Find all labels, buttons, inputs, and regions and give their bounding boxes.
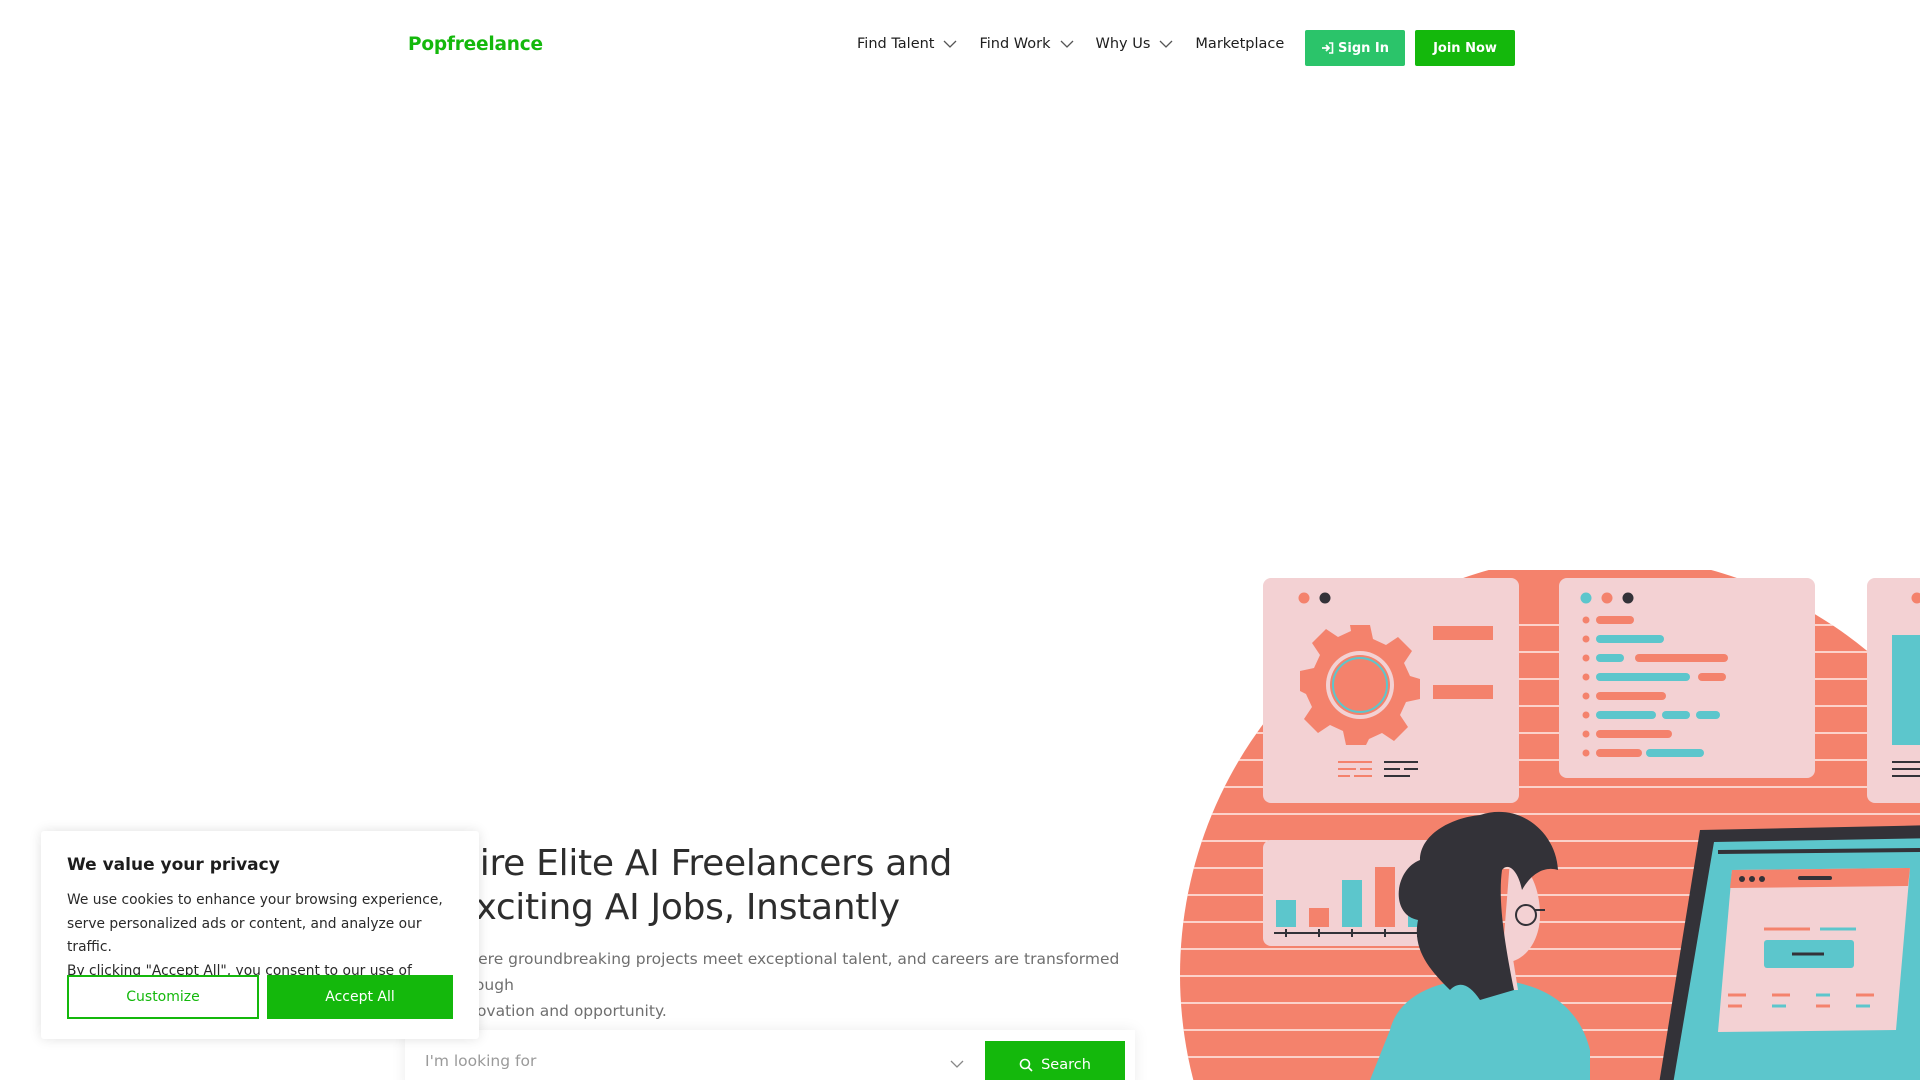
search-icon [1019,1058,1033,1072]
search-bar: Search [405,1030,1135,1080]
cookie-title: We value your privacy [67,855,280,875]
hero-subtitle-line2: innovation and opportunity. [453,1002,667,1020]
main-nav: Find Talent Find Work Why Us Marketplace [857,36,1284,52]
cookie-text-line1: We use cookies to enhance your browsing … [67,892,443,908]
search-input[interactable] [425,1052,945,1070]
nav-marketplace-label: Marketplace [1195,36,1285,52]
hero-subtitle-line1: Where groundbreaking projects meet excep… [453,950,1120,994]
nav-find-talent[interactable]: Find Talent [857,36,957,52]
join-now-label: Join Now [1433,40,1497,56]
site-logo[interactable]: Popfreelance [408,34,543,55]
hero-title: Hire Elite AI Freelancers and Exciting A… [453,842,1053,930]
sign-in-label: Sign In [1338,40,1389,56]
accept-all-button[interactable]: Accept All [267,975,453,1019]
chevron-down-icon [1159,40,1173,48]
hero-title-line1: Hire Elite AI Freelancers and [453,843,953,884]
sign-in-icon [1322,42,1334,54]
customize-button[interactable]: Customize [67,975,259,1019]
nav-why-us-label: Why Us [1095,36,1151,52]
nav-find-work[interactable]: Find Work [979,36,1073,52]
hero-illustration [1180,570,1920,1080]
cookie-text-line2: serve personalized ads or content, and a… [67,915,422,956]
tablet-device [1659,825,1920,1080]
chevron-down-icon [1060,40,1073,48]
search-button-label: Search [1041,1057,1091,1073]
hero-title-line2: Exciting AI Jobs, Instantly [453,887,900,928]
accept-all-label: Accept All [325,989,395,1005]
join-now-button[interactable]: Join Now [1415,30,1515,66]
gear-panel [1263,578,1519,803]
chevron-down-icon[interactable] [950,1060,964,1069]
site-header: Popfreelance Find Talent Find Work Why U… [0,0,1920,94]
cookie-consent-banner: We value your privacy We use cookies to … [41,831,479,1039]
nav-why-us[interactable]: Why Us [1096,36,1174,52]
nav-find-work-label: Find Work [979,36,1051,52]
hero-subtitle: Where groundbreaking projects meet excep… [453,946,1133,1024]
gear-icon [1300,625,1420,745]
partial-panel [1867,578,1920,803]
nav-find-talent-label: Find Talent [857,36,935,52]
chevron-down-icon [944,40,957,48]
code-list-panel [1559,578,1815,778]
nav-marketplace[interactable]: Marketplace [1195,36,1284,52]
customize-label: Customize [126,989,200,1005]
sign-in-button[interactable]: Sign In [1305,30,1405,66]
search-button[interactable]: Search [985,1041,1125,1080]
